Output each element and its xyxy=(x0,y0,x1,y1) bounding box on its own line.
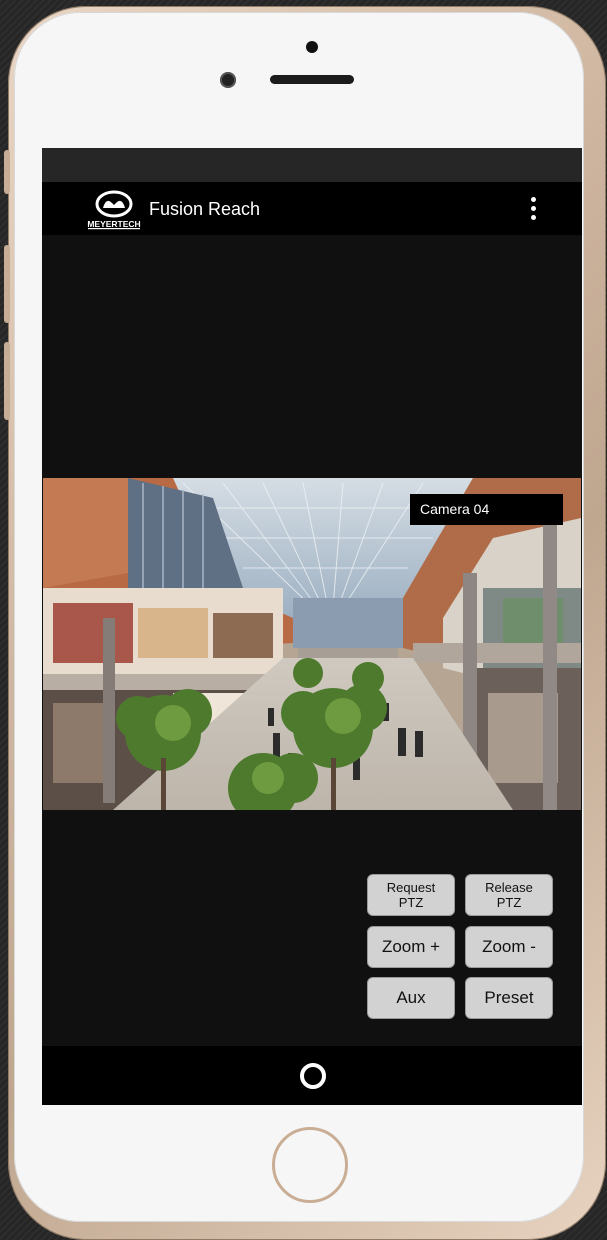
aux-button[interactable]: Aux xyxy=(367,977,455,1019)
request-ptz-button[interactable]: Request PTZ xyxy=(367,874,455,916)
meyertech-logo: MEYERTECH xyxy=(87,190,141,230)
proximity-sensor xyxy=(306,41,318,53)
release-ptz-label: Release PTZ xyxy=(485,880,533,910)
app-title: Fusion Reach xyxy=(149,199,261,219)
logo-text: MEYERTECH xyxy=(87,219,140,229)
camera-label: Camera 04 xyxy=(410,494,563,525)
release-ptz-button[interactable]: Release PTZ xyxy=(465,874,553,916)
navigation-bar xyxy=(42,1046,582,1105)
front-camera xyxy=(220,72,236,88)
preset-button[interactable]: Preset xyxy=(465,977,553,1019)
earpiece-speaker xyxy=(270,75,354,84)
status-bar xyxy=(42,148,582,182)
zoom-out-button[interactable]: Zoom - xyxy=(465,926,553,968)
app-bar: MEYERTECH Fusion Reach xyxy=(42,182,582,235)
request-ptz-label: Request PTZ xyxy=(386,880,436,910)
zoom-in-button[interactable]: Zoom + xyxy=(367,926,455,968)
volume-up-button xyxy=(4,245,10,323)
home-circle-icon[interactable] xyxy=(300,1063,326,1089)
mute-switch xyxy=(4,150,10,194)
physical-home-button[interactable] xyxy=(272,1127,348,1203)
camera-video-feed[interactable] xyxy=(43,478,581,810)
app-screen: MEYERTECH Fusion Reach Camera 04 Request… xyxy=(42,148,582,1105)
volume-down-button xyxy=(4,342,10,420)
more-vertical-icon[interactable] xyxy=(524,194,542,224)
